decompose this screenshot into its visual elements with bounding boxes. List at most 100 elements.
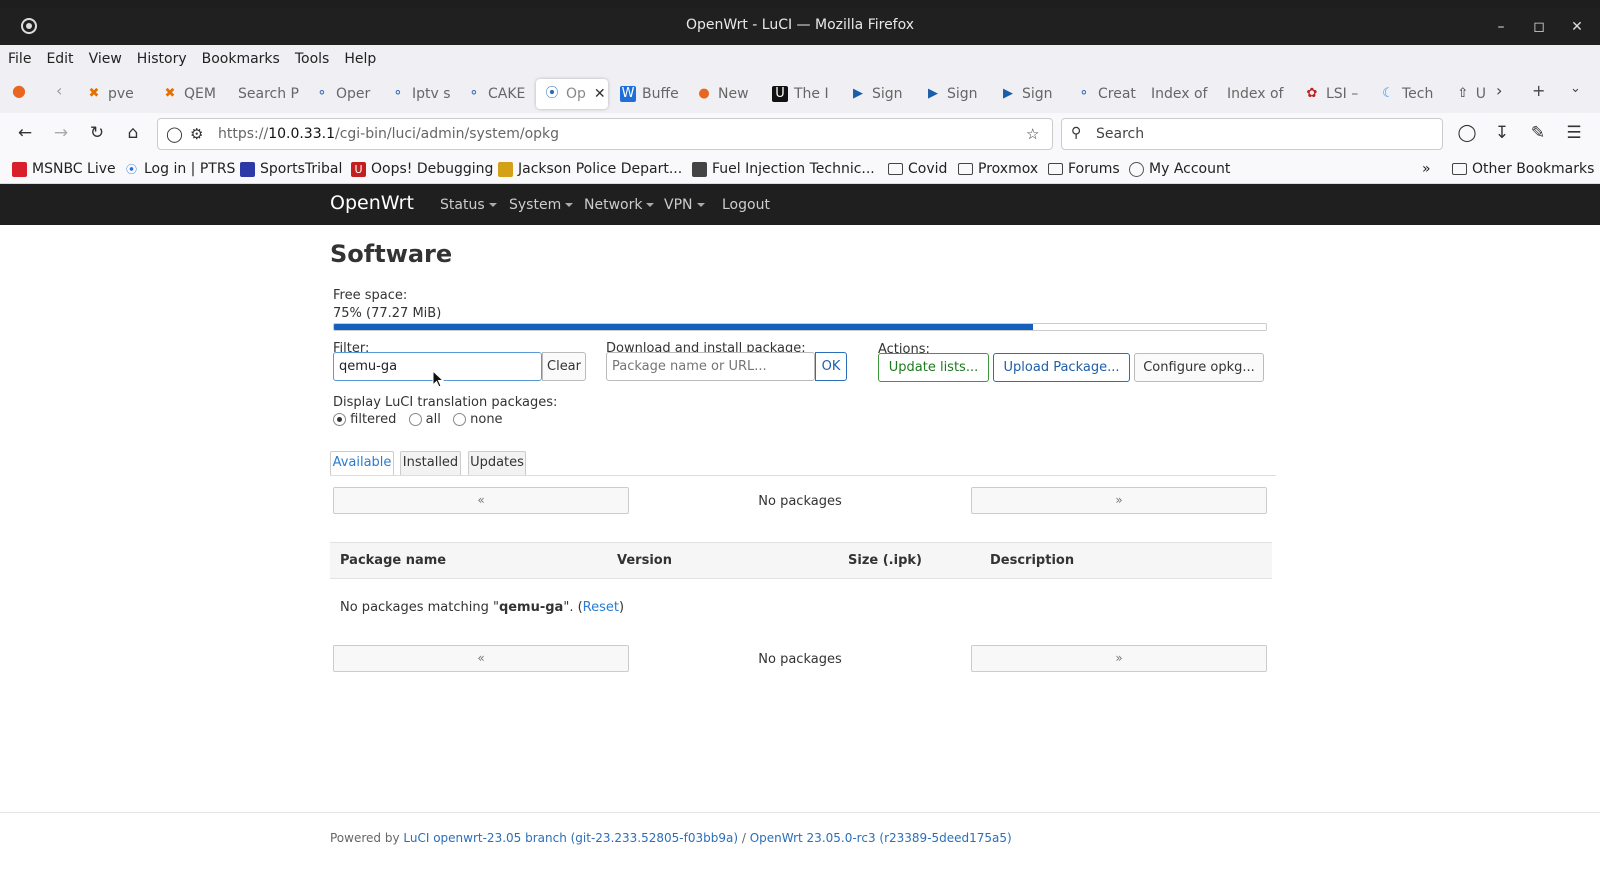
radio-filtered[interactable]: filtered [333, 412, 396, 427]
radio-filtered-input[interactable] [333, 413, 346, 426]
menu-network[interactable]: Network [584, 197, 655, 213]
tab-create[interactable]: ⚬ Creat [1076, 79, 1138, 109]
minimize-icon[interactable]: – [1490, 16, 1512, 38]
bookmark-jackson[interactable]: Jackson Police Depart... [498, 161, 682, 177]
bookmark-folder-covid[interactable]: Covid [888, 161, 947, 177]
tab-the[interactable]: U The I [772, 79, 834, 109]
radio-none[interactable]: none [452, 412, 503, 427]
list-tabs-icon[interactable]: ⌄ [1570, 81, 1581, 96]
footer: Powered by LuCI openwrt-23.05 branch (gi… [330, 831, 1012, 845]
bookmark-msnbc[interactable]: MSNBC Live [12, 161, 116, 177]
menu-logout[interactable]: Logout [722, 197, 770, 213]
tab-sign-2[interactable]: ▶ Sign [925, 79, 987, 109]
tab-sign-1[interactable]: ▶ Sign [850, 79, 912, 109]
menu-file[interactable]: File [8, 51, 31, 67]
bookmark-folder-forums[interactable]: Forums [1048, 161, 1120, 177]
pocket-icon[interactable]: ◯ [1456, 123, 1478, 143]
firefox-view-icon[interactable]: ● [12, 81, 26, 100]
ok-button[interactable]: OK [815, 352, 847, 381]
maximize-icon[interactable]: ◻ [1528, 16, 1550, 38]
radio-all-input[interactable] [408, 413, 422, 426]
tab-index-2[interactable]: Index of [1227, 79, 1289, 109]
translation-label: Display LuCI translation packages: [333, 395, 558, 410]
tab-oper[interactable]: ⚬ Oper [314, 79, 376, 109]
firefox-icon: ● [698, 86, 710, 101]
tab-tech[interactable]: ☾ Tech [1380, 79, 1442, 109]
downloads-icon[interactable]: ↧ [1491, 123, 1513, 143]
search-bar[interactable]: ⚲ Search [1061, 118, 1443, 150]
bookmark-folder-proxmox[interactable]: Proxmox [958, 161, 1038, 177]
menu-status[interactable]: Status [440, 197, 497, 213]
col-package-name[interactable]: Package name [340, 553, 446, 568]
bookmark-oops[interactable]: U Oops! Debugging [351, 161, 493, 177]
clear-button[interactable]: Clear [542, 352, 586, 381]
menu-system[interactable]: System [509, 197, 574, 213]
other-bookmarks[interactable]: Other Bookmarks [1452, 161, 1594, 177]
back-icon[interactable]: ← [14, 123, 36, 143]
radio-none-input[interactable] [452, 413, 466, 426]
extensions-icon[interactable]: ✎ [1527, 123, 1549, 143]
col-size[interactable]: Size (.ipk) [848, 553, 922, 568]
tab-buffer[interactable]: W Buffe [620, 79, 682, 109]
menu-tools[interactable]: Tools [295, 51, 330, 67]
tab-scroll-right-icon[interactable]: › [1496, 81, 1502, 100]
col-version[interactable]: Version [617, 553, 672, 568]
bookmark-my-account[interactable]: My Account [1129, 161, 1230, 177]
shield-icon[interactable]: ◯ [166, 125, 183, 143]
openwrt-brand[interactable]: OpenWrt [330, 192, 414, 214]
footer-luci-link[interactable]: LuCI openwrt-23.05 branch (git-23.233.52… [403, 831, 738, 845]
configure-opkg-button[interactable]: Configure opkg... [1134, 353, 1264, 382]
url-text[interactable]: https://10.0.33.1/cgi-bin/luci/admin/sys… [218, 126, 559, 142]
tab-close-icon[interactable]: ✕ [594, 86, 606, 102]
bookmark-star-icon[interactable]: ☆ [1026, 125, 1039, 143]
menu-vpn[interactable]: VPN [664, 197, 705, 213]
tab-scroll-left-icon[interactable]: ‹ [56, 81, 62, 100]
tab-iptv[interactable]: ⚬ Iptv s [390, 79, 452, 109]
sportstribal-icon [240, 161, 255, 177]
bookmark-sportstribal[interactable]: SportsTribal [240, 161, 342, 177]
menu-help[interactable]: Help [344, 51, 376, 67]
home-icon[interactable]: ⌂ [122, 123, 144, 143]
menu-edit[interactable]: Edit [46, 51, 73, 67]
translation-radio-group: filtered all none [333, 412, 511, 427]
tab-search[interactable]: Search P [238, 79, 300, 109]
play-icon: ▶ [853, 86, 863, 101]
new-tab-icon[interactable]: + [1532, 81, 1545, 100]
tab-qem[interactable]: ✖ QEM [162, 79, 224, 109]
tab-u[interactable]: ⇧ U [1456, 79, 1486, 109]
reload-icon[interactable]: ↻ [86, 123, 108, 143]
upload-package-button[interactable]: Upload Package... [993, 353, 1130, 382]
tab-new[interactable]: ● New [696, 79, 758, 109]
package-url-input[interactable] [606, 352, 815, 381]
forward-icon[interactable]: → [50, 123, 72, 143]
update-lists-button[interactable]: Update lists... [878, 353, 989, 382]
pager-next-bottom[interactable]: » [971, 645, 1267, 672]
bookmark-ptrs[interactable]: ⦿ Log in | PTRS [124, 161, 235, 177]
footer-openwrt-link[interactable]: OpenWrt 23.05.0-rc3 (r23389-5deed175a5) [750, 831, 1012, 845]
page-title: Software [330, 240, 453, 268]
menu-history[interactable]: History [137, 51, 187, 67]
pager-next-top[interactable]: » [971, 487, 1267, 514]
bookmark-fuel[interactable]: Fuel Injection Technic... [692, 161, 875, 177]
lock-icon[interactable]: ⚙ [190, 125, 203, 143]
tab-sign-3[interactable]: ▶ Sign [1000, 79, 1062, 109]
radio-all[interactable]: all [408, 412, 441, 427]
reset-link[interactable]: Reset [583, 600, 619, 615]
search-placeholder: Search [1096, 126, 1145, 142]
tab-index-1[interactable]: Index of [1151, 79, 1213, 109]
app-menu-icon[interactable]: ☰ [1563, 123, 1585, 143]
url-bar[interactable]: ◯ ⚙ https://10.0.33.1/cgi-bin/luci/admin… [157, 118, 1053, 150]
close-icon[interactable]: ✕ [1566, 16, 1588, 38]
tab-installed[interactable]: Installed [400, 451, 461, 475]
tab-cake[interactable]: ⚬ CAKE [466, 79, 528, 109]
free-space-value: 75% (77.27 MiB) [333, 306, 442, 321]
tab-updates[interactable]: Updates [468, 451, 526, 475]
tab-pve[interactable]: ✖ pve [86, 79, 148, 109]
tab-active-openwrt[interactable]: ⦿ Op ✕ [536, 79, 608, 109]
menu-view[interactable]: View [89, 51, 122, 67]
tab-available[interactable]: Available [330, 451, 394, 475]
tab-lsi[interactable]: ✿ LSI – [1304, 79, 1366, 109]
menu-bookmarks[interactable]: Bookmarks [202, 51, 280, 67]
bookmarks-overflow-icon[interactable]: » [1422, 161, 1431, 177]
col-description[interactable]: Description [990, 553, 1074, 568]
